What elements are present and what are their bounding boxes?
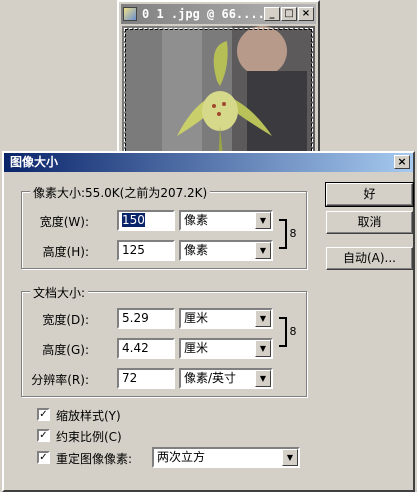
resolution-input[interactable]: 72	[117, 368, 175, 389]
photoshop-document-icon	[123, 7, 137, 21]
resolution-unit-value: 像素/英寸	[184, 371, 237, 385]
chain-link-icon: 8	[289, 225, 297, 243]
pixel-height-label: 高度(H):	[42, 245, 89, 259]
pixel-height-input[interactable]: 125	[117, 240, 175, 261]
dialog-title: 图像大小	[10, 155, 59, 169]
dialog-titlebar[interactable]: 图像大小 ×	[4, 153, 413, 172]
cancel-button[interactable]: 取消	[326, 211, 413, 234]
resolution-unit-select[interactable]: 像素/英寸 ▼	[179, 368, 273, 389]
document-window: 0 1 .jpg @ 66.... _ □ ×	[117, 0, 320, 160]
resample-label: 重定图像像素:	[56, 452, 133, 466]
pixel-link-bracket	[279, 219, 287, 249]
pixel-width-unit-select[interactable]: 像素 ▼	[179, 210, 273, 231]
doc-height-label: 高度(G):	[42, 343, 89, 357]
doc-width-input[interactable]: 5.29	[117, 308, 175, 329]
constrain-proportions-checkbox[interactable]: ✓	[37, 429, 50, 442]
dropdown-arrow-icon[interactable]: ▼	[255, 370, 271, 387]
resample-method-select[interactable]: 两次立方 ▼	[152, 447, 300, 468]
resample-checkbox[interactable]: ✓	[37, 451, 50, 464]
selection-marquee	[124, 28, 313, 158]
dropdown-arrow-icon[interactable]: ▼	[255, 310, 271, 327]
dialog-close-button[interactable]: ×	[394, 155, 410, 169]
pixel-dimensions-legend: 像素大小:55.0K(之前为207.2K)	[30, 184, 211, 201]
pixel-width-input[interactable]: 150	[117, 210, 175, 231]
pixel-height-unit-select[interactable]: 像素 ▼	[179, 240, 273, 261]
doc-width-label: 宽度(D):	[42, 313, 89, 327]
doc-height-unit-value: 厘米	[184, 341, 209, 355]
scale-styles-checkbox[interactable]: ✓	[37, 408, 50, 421]
doc-height-unit-select[interactable]: 厘米 ▼	[179, 338, 273, 359]
resample-method-value: 两次立方	[157, 450, 206, 464]
close-document-button[interactable]: ×	[298, 7, 314, 21]
dropdown-arrow-icon[interactable]: ▼	[255, 212, 271, 229]
auto-button[interactable]: 自动(A)...	[326, 247, 413, 270]
document-titlebar[interactable]: 0 1 .jpg @ 66.... _ □ ×	[121, 4, 316, 24]
image-size-dialog: 图像大小 × 像素大小:55.0K(之前为207.2K) 宽度(W): 150 …	[2, 151, 415, 492]
minimize-button[interactable]: _	[264, 7, 280, 21]
pixel-height-unit-value: 像素	[184, 243, 209, 257]
dropdown-arrow-icon[interactable]: ▼	[255, 242, 271, 259]
ok-button[interactable]: 好	[325, 182, 414, 207]
constrain-proportions-label: 约束比例(C)	[56, 430, 122, 444]
resolution-label: 分辨率(R):	[31, 373, 89, 387]
document-size-legend: 文档大小:	[30, 284, 89, 301]
document-canvas[interactable]	[122, 26, 315, 158]
scale-styles-label: 缩放样式(Y)	[56, 409, 121, 423]
doc-width-unit-select[interactable]: 厘米 ▼	[179, 308, 273, 329]
maximize-button[interactable]: □	[281, 7, 297, 21]
doc-height-input[interactable]: 4.42	[117, 338, 175, 359]
dropdown-arrow-icon[interactable]: ▼	[255, 340, 271, 357]
dropdown-arrow-icon[interactable]: ▼	[282, 449, 298, 466]
doc-link-bracket	[279, 317, 287, 347]
doc-width-unit-value: 厘米	[184, 311, 209, 325]
pixel-width-label: 宽度(W):	[39, 215, 89, 229]
document-title: 0 1 .jpg @ 66....	[142, 7, 265, 21]
pixel-width-unit-value: 像素	[184, 213, 209, 227]
chain-link-icon: 8	[289, 323, 297, 341]
